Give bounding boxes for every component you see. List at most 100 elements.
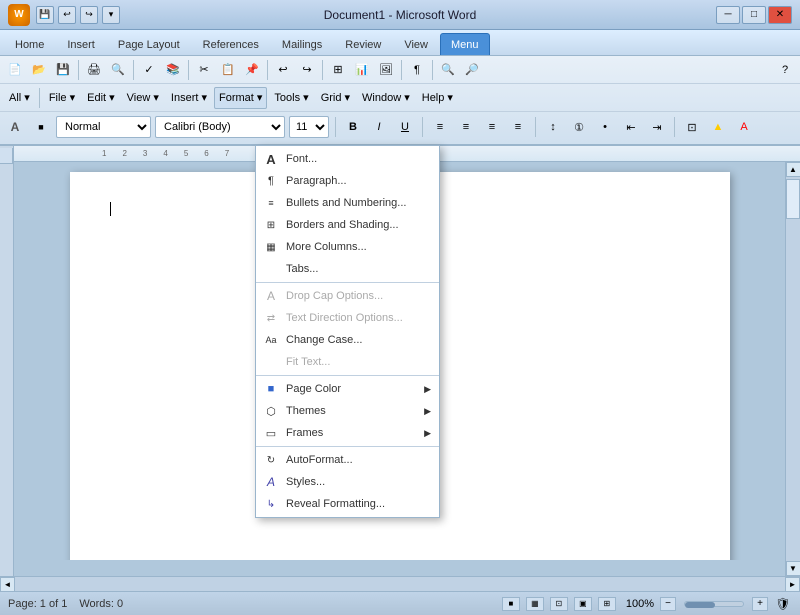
paste-btn[interactable]: 📌 xyxy=(241,59,263,81)
font-color-a-btn[interactable]: A xyxy=(4,116,26,138)
redo-quick-btn[interactable]: ↪ xyxy=(80,6,98,24)
redo-btn[interactable]: ↪ xyxy=(296,59,318,81)
insert-chart-btn[interactable]: 📊 xyxy=(351,59,373,81)
menu-item-changecase[interactable]: Aa Change Case... xyxy=(256,329,439,351)
menu-help[interactable]: Help ▾ xyxy=(417,87,458,109)
undo-quick-btn[interactable]: ↩ xyxy=(58,6,76,24)
font-selector[interactable]: Calibri (Body) xyxy=(155,116,285,138)
menu-file[interactable]: File ▾ xyxy=(44,87,80,109)
print-btn[interactable]: 🖨 xyxy=(83,59,105,81)
underline-btn[interactable]: U xyxy=(394,116,416,138)
font-color-btn[interactable]: A xyxy=(733,116,755,138)
show-hide-btn[interactable]: ¶ xyxy=(406,59,428,81)
font-size-small-btn[interactable]: ■ xyxy=(30,116,52,138)
menu-window[interactable]: Window ▾ xyxy=(357,87,415,109)
print-preview-btn[interactable]: 🔍 xyxy=(107,59,129,81)
menu-view[interactable]: View ▾ xyxy=(122,87,164,109)
layout-btn2[interactable]: ▦ xyxy=(526,597,544,611)
menu-item-styles[interactable]: A Styles... xyxy=(256,471,439,493)
zoom-out-btn[interactable]: 🔍 xyxy=(437,59,459,81)
page-info: Page: 1 of 1 xyxy=(8,598,67,610)
vertical-scrollbar[interactable]: ▲ ■ ● ● ▼ xyxy=(785,162,800,576)
menu-item-font[interactable]: A Font... xyxy=(256,148,439,170)
decrease-indent-btn[interactable]: ⇤ xyxy=(620,116,642,138)
layout-btn3[interactable]: ⊡ xyxy=(550,597,568,611)
align-left-btn[interactable]: ≡ xyxy=(429,116,451,138)
highlight-btn[interactable]: ▲ xyxy=(707,116,729,138)
tab-review[interactable]: Review xyxy=(334,33,392,55)
scroll-track[interactable] xyxy=(786,177,800,561)
horizontal-scrollbar[interactable]: ◄ ► xyxy=(0,576,800,591)
new-doc-btn[interactable]: 📄 xyxy=(4,59,26,81)
zoom-in-status-btn[interactable]: + xyxy=(752,597,768,611)
insert-table-btn[interactable]: ⊞ xyxy=(327,59,349,81)
menu-item-paragraph[interactable]: ¶ Paragraph... xyxy=(256,170,439,192)
scroll-up-btn[interactable]: ▲ xyxy=(786,162,800,177)
close-button[interactable]: ✕ xyxy=(768,6,792,24)
hscroll-track[interactable] xyxy=(15,577,785,591)
tab-menu[interactable]: Menu xyxy=(440,33,490,55)
tab-home[interactable]: Home xyxy=(4,33,55,55)
menu-format[interactable]: Format ▾ xyxy=(214,87,267,109)
justify-btn[interactable]: ≡ xyxy=(507,116,529,138)
shield-icon: 🛡 xyxy=(774,597,792,611)
undo-btn[interactable]: ↩ xyxy=(272,59,294,81)
help-btn[interactable]: ? xyxy=(774,59,796,81)
increase-indent-btn[interactable]: ⇥ xyxy=(646,116,668,138)
zoom-in-btn[interactable]: 🔎 xyxy=(461,59,483,81)
menu-sep-2 xyxy=(256,375,439,376)
copy-btn[interactable]: 📋 xyxy=(217,59,239,81)
zoom-out-status-btn[interactable]: − xyxy=(660,597,676,611)
spell-btn[interactable]: ✓ xyxy=(138,59,160,81)
menu-item-frames[interactable]: ▭ Frames ▶ xyxy=(256,422,439,444)
numbering-btn[interactable]: ① xyxy=(568,116,590,138)
menu-item-themes[interactable]: ⬡ Themes ▶ xyxy=(256,400,439,422)
save-quick-btn[interactable]: 💾 xyxy=(36,6,54,24)
outside-border-btn[interactable]: ⊡ xyxy=(681,116,703,138)
font-size-selector[interactable]: 11 xyxy=(289,116,329,138)
scroll-right-btn[interactable]: ► xyxy=(785,577,800,592)
align-center-btn[interactable]: ≡ xyxy=(455,116,477,138)
menu-item-autoformat[interactable]: ↻ AutoFormat... xyxy=(256,449,439,471)
maximize-button[interactable]: □ xyxy=(742,6,766,24)
layout-btn1[interactable]: ■ xyxy=(502,597,520,611)
menu-edit[interactable]: Edit ▾ xyxy=(82,87,120,109)
style-selector[interactable]: Normal xyxy=(56,116,151,138)
research-btn[interactable]: 📚 xyxy=(162,59,184,81)
menu-item-tabs[interactable]: Tabs... xyxy=(256,258,439,280)
bullets-btn[interactable]: • xyxy=(594,116,616,138)
menu-item-pagecolor[interactable]: ■ Page Color ▶ xyxy=(256,378,439,400)
insert-picture-btn[interactable]: 🖼 xyxy=(375,59,397,81)
minimize-button[interactable]: ─ xyxy=(716,6,740,24)
scroll-down-btn[interactable]: ▼ xyxy=(786,561,800,576)
align-right-btn[interactable]: ≡ xyxy=(481,116,503,138)
zoom-slider[interactable] xyxy=(684,601,744,607)
tab-view[interactable]: View xyxy=(393,33,439,55)
tab-page-layout[interactable]: Page Layout xyxy=(107,33,191,55)
layout-btn4[interactable]: ▣ xyxy=(574,597,592,611)
italic-btn[interactable]: I xyxy=(368,116,390,138)
customize-quick-btn[interactable]: ▾ xyxy=(102,6,120,24)
line-spacing-btn[interactable]: ↕ xyxy=(542,116,564,138)
layout-btn5[interactable]: ⊞ xyxy=(598,597,616,611)
cut-btn[interactable]: ✂ xyxy=(193,59,215,81)
menu-tools[interactable]: Tools ▾ xyxy=(269,87,313,109)
open-btn[interactable]: 📂 xyxy=(28,59,50,81)
sep6 xyxy=(401,60,402,80)
menu-insert[interactable]: Insert ▾ xyxy=(166,87,212,109)
tab-mailings[interactable]: Mailings xyxy=(271,33,333,55)
menu-item-columns[interactable]: ▦ More Columns... xyxy=(256,236,439,258)
save-btn[interactable]: 💾 xyxy=(52,59,74,81)
menu-all[interactable]: All ▾ xyxy=(4,87,35,109)
menu-item-revealformat[interactable]: ↳ Reveal Formatting... xyxy=(256,493,439,515)
tab-references[interactable]: References xyxy=(192,33,270,55)
scroll-left-btn[interactable]: ◄ xyxy=(0,577,15,592)
dropcap-menu-label: Drop Cap Options... xyxy=(286,290,383,302)
menu-item-bullets[interactable]: ≡ Bullets and Numbering... xyxy=(256,192,439,214)
styles-menu-icon: A xyxy=(262,475,280,489)
menu-item-borders[interactable]: ⊞ Borders and Shading... xyxy=(256,214,439,236)
menu-grid[interactable]: Grid ▾ xyxy=(316,87,355,109)
bold-btn[interactable]: B xyxy=(342,116,364,138)
tab-insert[interactable]: Insert xyxy=(56,33,106,55)
menu-item-dropcap: A Drop Cap Options... xyxy=(256,285,439,307)
